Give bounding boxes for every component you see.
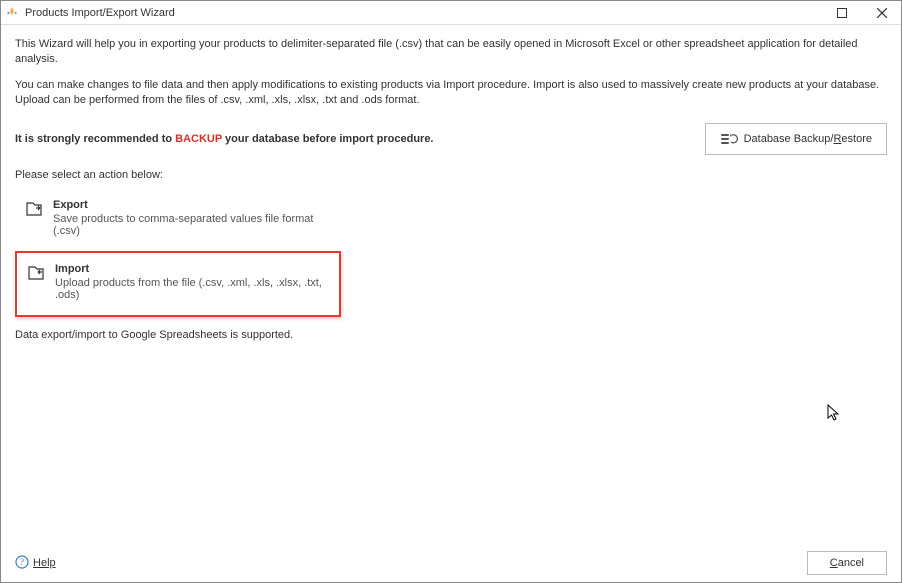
export-icon bbox=[25, 200, 43, 218]
export-option-title: Export bbox=[53, 199, 331, 211]
window-controls bbox=[827, 3, 897, 23]
intro-paragraph-2: You can make changes to file data and th… bbox=[15, 78, 887, 109]
select-action-label: Please select an action below: bbox=[15, 169, 887, 181]
help-label: Help bbox=[33, 557, 56, 569]
recommend-suffix: your database before import procedure. bbox=[222, 133, 434, 145]
window-title: Products Import/Export Wizard bbox=[25, 7, 827, 19]
import-option-title: Import bbox=[55, 263, 329, 275]
export-option[interactable]: Export Save products to comma-separated … bbox=[15, 191, 341, 245]
recommend-prefix: It is strongly recommended to bbox=[15, 133, 175, 145]
close-button[interactable] bbox=[867, 3, 897, 23]
wizard-content: This Wizard will help you in exporting y… bbox=[1, 25, 901, 544]
recommend-row: It is strongly recommended to BACKUP you… bbox=[15, 123, 887, 155]
app-icon bbox=[5, 6, 19, 20]
google-spreadsheets-note: Data export/import to Google Spreadsheet… bbox=[15, 329, 887, 341]
import-option-desc: Upload products from the file (.csv, .xm… bbox=[55, 277, 329, 301]
recommend-text: It is strongly recommended to BACKUP you… bbox=[15, 133, 434, 145]
intro-paragraph-1: This Wizard will help you in exporting y… bbox=[15, 37, 887, 68]
export-option-desc: Save products to comma-separated values … bbox=[53, 213, 331, 237]
database-backup-restore-button[interactable]: Database Backup/Restore bbox=[705, 123, 887, 155]
cancel-button[interactable]: Cancel bbox=[807, 551, 887, 575]
wizard-footer: ? Help Cancel bbox=[1, 544, 901, 582]
recommend-backup: BACKUP bbox=[175, 133, 222, 145]
svg-text:?: ? bbox=[20, 557, 24, 567]
maximize-button[interactable] bbox=[827, 3, 857, 23]
help-icon: ? bbox=[15, 555, 29, 572]
import-icon bbox=[27, 264, 45, 282]
titlebar: Products Import/Export Wizard bbox=[1, 1, 901, 25]
help-link[interactable]: ? Help bbox=[15, 555, 56, 572]
import-option[interactable]: Import Upload products from the file (.c… bbox=[15, 251, 341, 317]
import-option-text: Import Upload products from the file (.c… bbox=[55, 263, 329, 301]
backup-button-label: Database Backup/Restore bbox=[744, 133, 872, 145]
export-option-text: Export Save products to comma-separated … bbox=[53, 199, 331, 237]
database-backup-icon bbox=[720, 132, 736, 146]
